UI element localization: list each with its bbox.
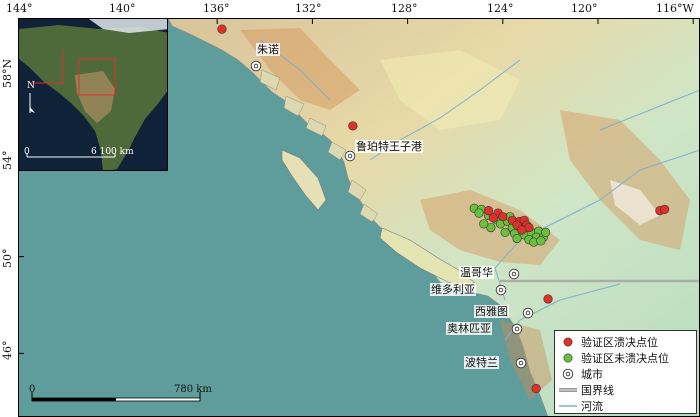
city-marker-prince-rupert [344, 150, 356, 162]
border-line-icon [559, 382, 577, 397]
unfailed-site-marker [512, 233, 522, 244]
unfailed-site-marker [536, 236, 546, 246]
map-figure: 144° 140° 136° 132° 128° 124° 120° 116°W… [0, 0, 700, 417]
failed-site-marker [348, 121, 358, 131]
river-line-icon [559, 398, 577, 413]
red-dot-icon [559, 334, 577, 349]
city-label-olympia: 奥林匹亚 [446, 322, 492, 335]
legend-label: 城市 [581, 367, 603, 381]
inset-north-label: N [27, 81, 35, 91]
inset-scale-zero: 0 [24, 147, 30, 157]
city-marker-portland [515, 357, 527, 369]
scalebar-end-label: 780 km [174, 384, 212, 395]
legend-item-unfailed: 验证区未溃决点位 [559, 350, 669, 365]
green-dot-icon [559, 350, 577, 365]
legend-label: 验证区未溃决点位 [581, 351, 669, 365]
failed-site-marker [217, 24, 227, 34]
failed-site-marker [531, 383, 541, 394]
legend-item-city: 城市 [559, 366, 603, 381]
city-label-prince-rupert: 鲁珀特王子港 [355, 140, 423, 153]
failed-site-marker [660, 204, 670, 215]
legend: 验证区溃决点位 验证区未溃决点位 城市 国界线 河流 [554, 330, 697, 414]
city-label-victoria: 维多利亚 [430, 283, 476, 296]
city-marker-seattle [522, 307, 534, 319]
city-label-portland: 波特兰 [464, 356, 499, 369]
city-marker-olympia [511, 323, 523, 335]
unfailed-site-marker [541, 227, 551, 237]
failed-site-marker [517, 225, 527, 235]
legend-item-river: 河流 [559, 398, 603, 413]
scalebar-start-label: 0 [29, 384, 36, 395]
unfailed-site-marker [500, 227, 510, 237]
failed-site-marker [488, 213, 498, 223]
legend-label: 国界线 [581, 383, 614, 397]
failed-site-marker [498, 212, 508, 222]
unfailed-site-marker [479, 219, 489, 229]
failed-site-marker [543, 294, 553, 304]
city-label-seattle: 西雅图 [474, 305, 509, 318]
city-marker-victoria [495, 284, 507, 296]
city-marker-vancouver [508, 268, 520, 280]
legend-item-failed: 验证区溃决点位 [559, 334, 658, 349]
inset-map: 0 6 100 km N [18, 18, 168, 171]
legend-item-border: 国界线 [559, 382, 614, 397]
city-label-vancouver: 温哥华 [459, 266, 494, 279]
city-label-zhunuo: 朱诺 [256, 43, 280, 56]
unfailed-site-marker [474, 208, 484, 218]
inset-scale-label: 6 100 km [91, 147, 134, 157]
legend-label: 验证区溃决点位 [581, 335, 658, 349]
city-marker-zhunuo [250, 60, 262, 72]
city-target-icon [559, 366, 577, 381]
legend-label: 河流 [581, 399, 603, 413]
